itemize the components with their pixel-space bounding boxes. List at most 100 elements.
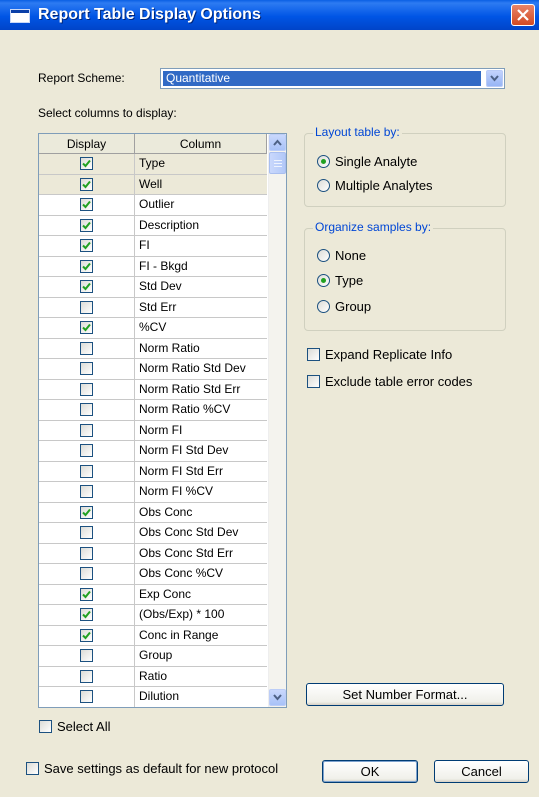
column-name-cell: Conc in Range xyxy=(139,627,219,642)
display-checkbox[interactable] xyxy=(80,403,93,416)
display-checkbox[interactable] xyxy=(80,198,93,211)
table-row[interactable]: %CV xyxy=(39,318,267,339)
display-cell xyxy=(39,461,135,481)
column-name-cell: Std Dev xyxy=(139,279,182,293)
checkbox[interactable] xyxy=(26,762,39,775)
report-scheme-dropdown[interactable]: Quantitative xyxy=(160,68,505,89)
display-checkbox[interactable] xyxy=(80,218,93,232)
radio-button[interactable] xyxy=(317,249,330,262)
column-name-cell: (Obs/Exp) * 100 xyxy=(139,607,225,621)
table-row[interactable]: Well xyxy=(39,174,267,195)
table-row[interactable]: Norm Ratio Std Err xyxy=(39,379,267,400)
table-row[interactable]: Obs Conc %CV xyxy=(39,564,267,585)
cancel-button[interactable]: Cancel xyxy=(434,760,529,783)
display-checkbox[interactable] xyxy=(80,649,93,662)
display-checkbox[interactable] xyxy=(80,300,93,314)
table-row[interactable]: Norm FI Std Dev xyxy=(39,441,267,462)
display-cell xyxy=(39,174,135,194)
display-checkbox[interactable] xyxy=(80,177,93,191)
display-checkbox[interactable] xyxy=(80,690,93,703)
display-cell xyxy=(39,687,135,707)
display-checkbox[interactable] xyxy=(80,628,93,642)
column-name-cell: Description xyxy=(139,217,200,232)
column-name-cell: Norm FI %CV xyxy=(139,484,214,498)
table-row[interactable]: Obs Conc Std Dev xyxy=(39,523,267,544)
checkbox-label: Exclude table error codes xyxy=(325,374,473,389)
display-checkbox[interactable] xyxy=(80,444,93,457)
table-row[interactable]: Ratio xyxy=(39,666,267,687)
ok-button[interactable]: OK xyxy=(322,760,418,783)
column-name-cell: Exp Conc xyxy=(139,586,192,601)
display-checkbox[interactable] xyxy=(80,505,93,519)
display-cell xyxy=(39,564,135,584)
scroll-down-button[interactable] xyxy=(269,689,286,706)
table-row[interactable]: Norm FI %CV xyxy=(39,482,267,503)
header-display[interactable]: Display xyxy=(39,134,135,154)
display-checkbox[interactable] xyxy=(80,362,93,375)
display-cell xyxy=(39,646,135,666)
table-row[interactable]: Exp Conc xyxy=(39,584,267,605)
scheme-label: Report Scheme: xyxy=(38,71,125,85)
display-checkbox[interactable] xyxy=(80,321,93,334)
radio-button[interactable] xyxy=(317,179,330,192)
table-row[interactable]: Norm FI Std Err xyxy=(39,461,267,482)
display-checkbox[interactable] xyxy=(80,669,93,683)
table-row[interactable]: Obs Conc Std Err xyxy=(39,543,267,564)
header-column[interactable]: Column xyxy=(135,134,267,154)
table-row[interactable]: FI xyxy=(39,236,267,257)
table-row[interactable]: Std Err xyxy=(39,297,267,318)
table-row[interactable]: Outlier xyxy=(39,195,267,216)
display-checkbox[interactable] xyxy=(80,382,93,396)
radio-label: None xyxy=(335,248,367,263)
table-row[interactable]: Norm Ratio %CV xyxy=(39,400,267,421)
close-button[interactable] xyxy=(511,4,535,26)
table-row[interactable]: Conc in Range xyxy=(39,625,267,646)
display-cell xyxy=(39,297,135,317)
display-cell xyxy=(39,236,135,256)
table-row[interactable]: Norm Ratio Std Dev xyxy=(39,359,267,380)
column-name-cell: Obs Conc Std Dev xyxy=(139,525,239,539)
display-checkbox[interactable] xyxy=(80,546,93,560)
set-number-format-button[interactable]: Set Number Format... xyxy=(306,683,504,706)
display-cell xyxy=(39,625,135,645)
table-row[interactable]: Description xyxy=(39,215,267,236)
display-cell xyxy=(39,277,135,297)
radio-button[interactable] xyxy=(317,300,330,313)
column-name-cell: Outlier xyxy=(139,197,175,211)
radio-button[interactable] xyxy=(317,274,330,287)
table-row[interactable]: FI - Bkgd xyxy=(39,256,267,277)
display-checkbox[interactable] xyxy=(80,485,93,498)
table-row[interactable]: Norm Ratio xyxy=(39,338,267,359)
display-checkbox[interactable] xyxy=(80,259,93,273)
dropdown-button[interactable] xyxy=(486,70,503,87)
display-checkbox[interactable] xyxy=(80,341,93,355)
display-checkbox[interactable] xyxy=(80,280,93,293)
checkbox[interactable] xyxy=(307,375,320,388)
display-checkbox[interactable] xyxy=(80,587,93,601)
display-checkbox[interactable] xyxy=(80,567,93,580)
display-checkbox[interactable] xyxy=(80,526,93,539)
display-checkbox[interactable] xyxy=(80,423,93,437)
scroll-thumb[interactable] xyxy=(269,152,286,174)
columns-list[interactable]: Display Column Type Well Outlier Descriptio… xyxy=(38,133,287,708)
table-row[interactable]: Group xyxy=(39,646,267,667)
checkbox-label: Expand Replicate Info xyxy=(325,347,453,362)
table-row[interactable]: Norm FI xyxy=(39,420,267,441)
checkbox[interactable] xyxy=(307,348,320,361)
display-checkbox[interactable] xyxy=(80,239,93,252)
column-name-cell: %CV xyxy=(139,320,167,334)
table-row[interactable]: Type xyxy=(39,154,267,175)
display-checkbox[interactable] xyxy=(80,608,93,621)
title-bar[interactable]: Report Table Display Options xyxy=(0,0,539,30)
table-row[interactable]: Obs Conc xyxy=(39,502,267,523)
table-row[interactable]: Std Dev xyxy=(39,277,267,298)
vertical-scrollbar[interactable] xyxy=(268,134,286,707)
checkbox[interactable] xyxy=(39,720,52,733)
display-checkbox[interactable] xyxy=(80,157,93,170)
display-checkbox[interactable] xyxy=(80,464,93,478)
table-row[interactable]: (Obs/Exp) * 100 xyxy=(39,605,267,626)
scroll-up-button[interactable] xyxy=(269,134,286,151)
table-row[interactable]: Dilution xyxy=(39,687,267,707)
window-icon xyxy=(10,9,30,23)
radio-button[interactable] xyxy=(317,155,330,168)
